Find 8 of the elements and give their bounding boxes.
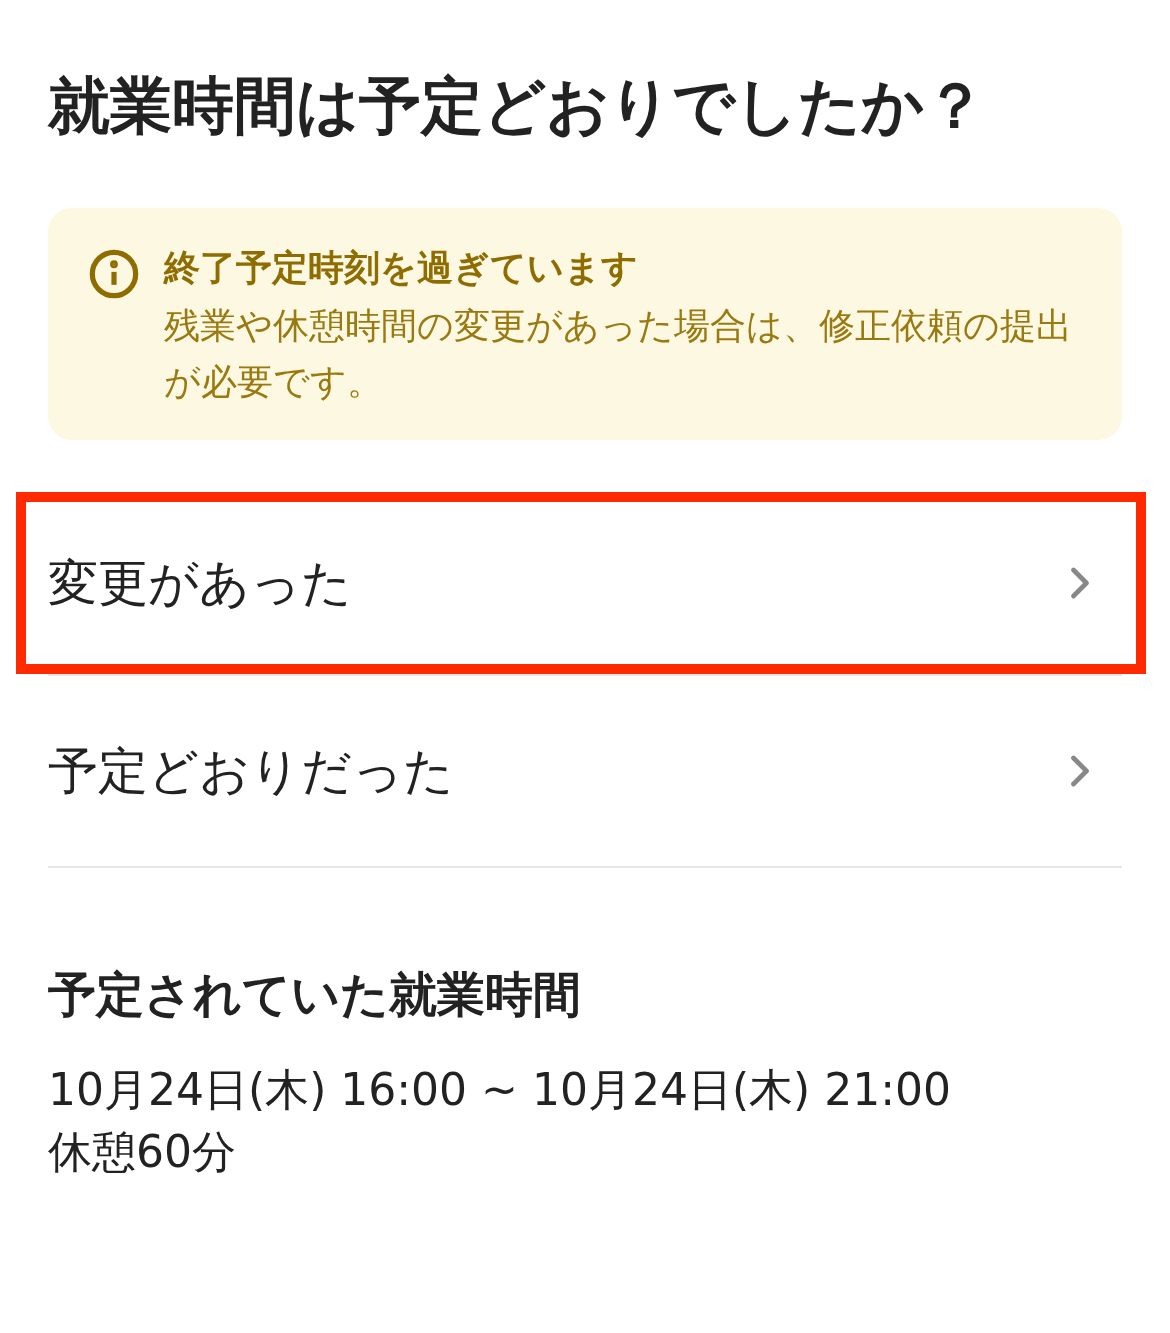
- schedule-time: 10月24日(木) 16:00 ~ 10月24日(木) 21:00: [48, 1063, 953, 1117]
- info-icon: [88, 248, 140, 300]
- notice-title: 終了予定時刻を過ぎています: [164, 246, 639, 290]
- notice-text: 残業や休憩時間の変更があった場合は、修正依頼の提出が必要です。: [164, 304, 1073, 404]
- option-row[interactable]: 変更があった: [16, 492, 1146, 674]
- section-heading: 予定されていた就業時間: [48, 965, 582, 1024]
- break-time: 休憩60分: [48, 1125, 237, 1179]
- page-title: 就業時間は予定どおりでしたか？: [48, 68, 987, 144]
